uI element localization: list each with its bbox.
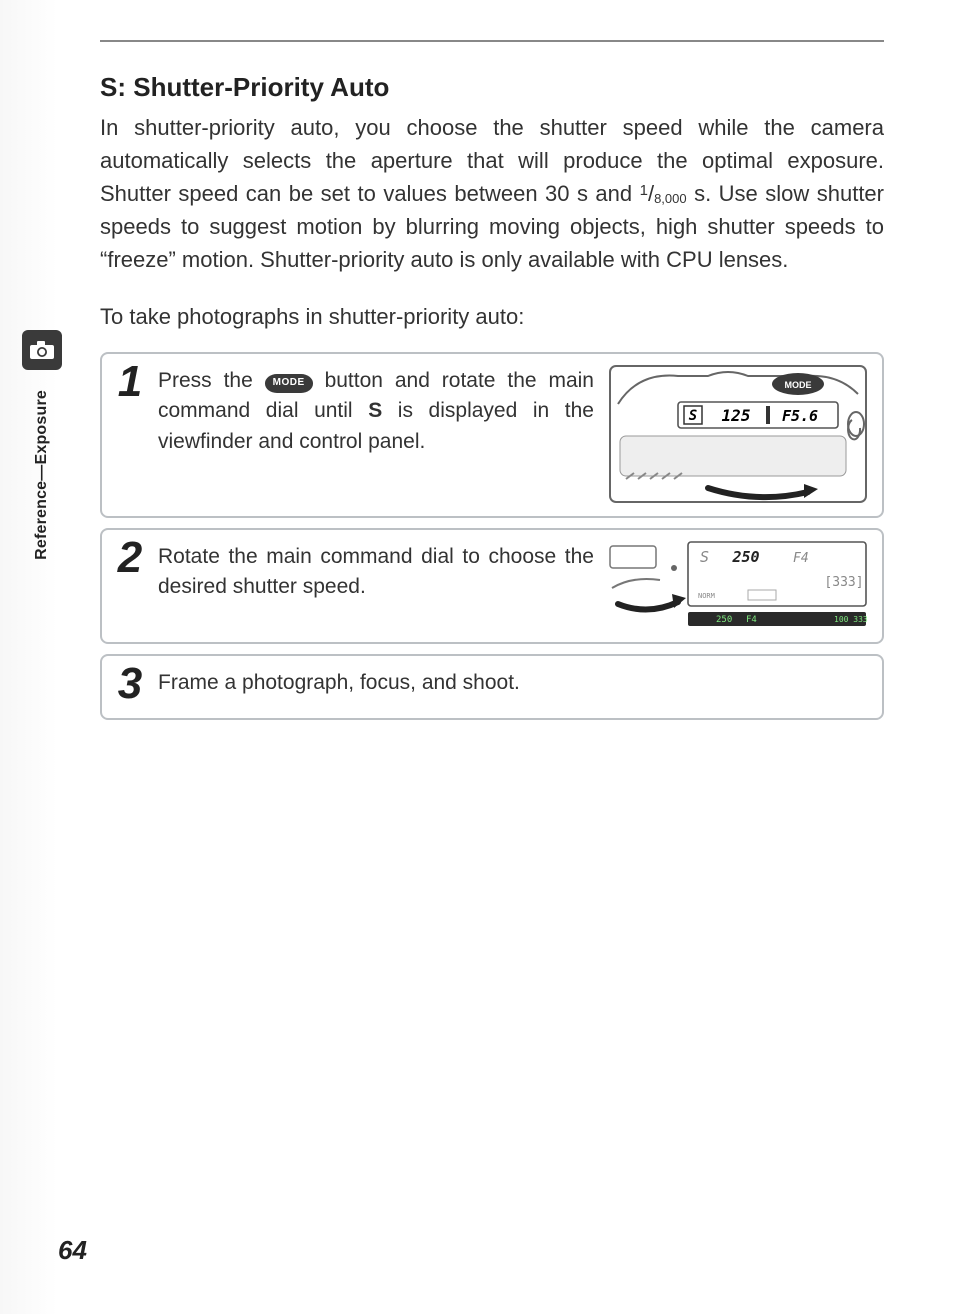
fraction-denominator: 8,000 <box>654 191 687 206</box>
illus-panel-s: S <box>689 408 697 424</box>
top-rule <box>100 40 884 42</box>
side-tab: Reference—Exposure <box>22 330 62 560</box>
step3-text: Frame a photograph, focus, and shoot. <box>158 671 520 694</box>
page-number: 64 <box>58 1235 87 1266</box>
illus2-lcd-mode: S <box>700 548 709 566</box>
step1-bold: S <box>368 399 382 422</box>
step-number: 3 <box>116 662 144 706</box>
step-text: Frame a photograph, focus, and shoot. <box>158 666 868 698</box>
step1-illustration: MODE S 125 F5.6 <box>608 364 868 504</box>
step2-illustration: S 250 F4 [333] NORM 250 F4 <box>608 540 868 630</box>
illus-panel-shutter: 125 <box>722 406 751 425</box>
illus2-vf-aperture: F4 <box>746 615 757 625</box>
step-text: Rotate the main command dial to choose t… <box>158 540 594 603</box>
illus2-lcd-shutter: 250 <box>731 548 759 566</box>
section-heading: S: Shutter-Priority Auto <box>100 72 884 103</box>
step-number: 2 <box>116 536 144 580</box>
illus-panel-aperture: F5.6 <box>782 407 818 425</box>
illus2-vf-shutter: 250 <box>716 615 732 625</box>
intro-paragraph: In shutter-priority auto, you choose the… <box>100 111 884 276</box>
step1-text-a: Press the <box>158 369 265 392</box>
step-3: 3 Frame a photograph, focus, and shoot. <box>100 654 884 720</box>
step-1: 1 Press the MODE button and rotate the m… <box>100 352 884 518</box>
step2-text: Rotate the main command dial to choose t… <box>158 545 594 598</box>
camera-icon <box>22 330 62 370</box>
illus2-lcd-count: [333] <box>824 575 863 590</box>
mode-button-icon: MODE <box>265 374 313 393</box>
side-label: Reference—Exposure <box>33 390 51 560</box>
illus2-lcd-aperture: F4 <box>793 551 809 566</box>
manual-page: S: Shutter-Priority Auto In shutter-prio… <box>0 0 954 1314</box>
step-text: Press the MODE button and rotate the mai… <box>158 364 594 457</box>
step-2: 2 Rotate the main command dial to choose… <box>100 528 884 644</box>
illus2-vf-right: 100 333 <box>834 615 868 624</box>
illus2-norm: NORM <box>698 592 715 600</box>
illus-mode-label: MODE <box>785 380 812 390</box>
fraction-numerator: 1 <box>640 182 648 199</box>
steps-list: 1 Press the MODE button and rotate the m… <box>100 352 884 720</box>
lead-sentence: To take photographs in shutter-priority … <box>100 304 884 330</box>
step-number: 1 <box>116 360 144 404</box>
